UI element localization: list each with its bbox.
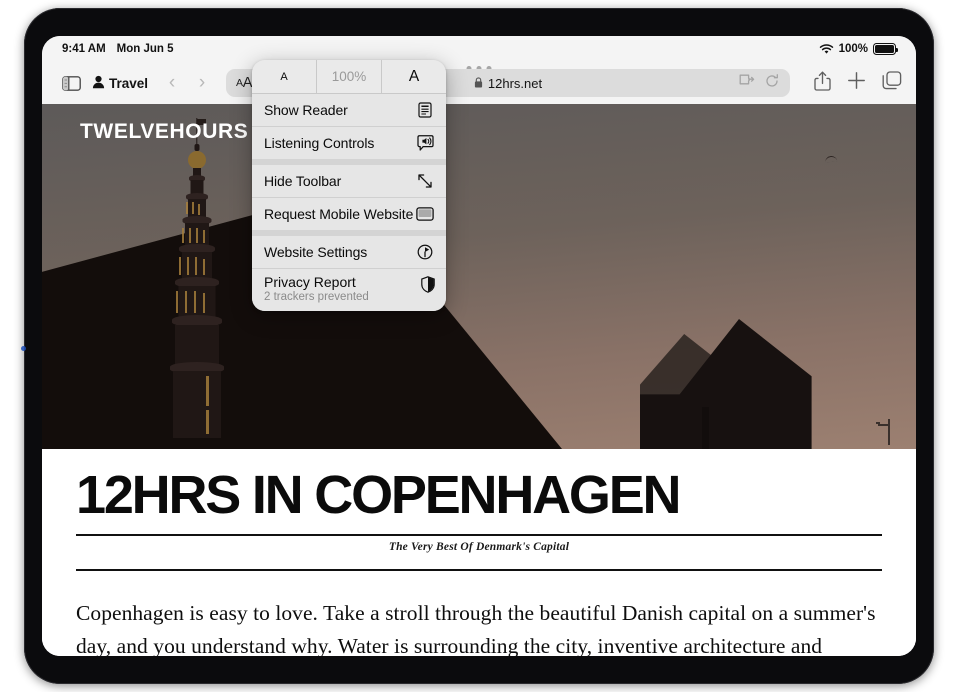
browser-toolbar: Travel ‹ › A A 12hrs.net xyxy=(42,62,916,104)
mobile-website-icon xyxy=(415,207,435,221)
menu-item-request-mobile-website[interactable]: Request Mobile Website xyxy=(252,198,446,230)
wifi-icon xyxy=(819,43,834,55)
battery-percent-label: 100% xyxy=(838,43,868,55)
menu-item-hide-toolbar[interactable]: Hide Toolbar xyxy=(252,165,446,197)
lamp-post xyxy=(876,419,894,445)
article-body: Copenhagen is easy to love. Take a strol… xyxy=(76,601,876,656)
menu-item-label: Request Mobile Website xyxy=(264,206,414,222)
new-tab-plus-icon[interactable] xyxy=(847,71,866,95)
status-time: 9:41 AM xyxy=(62,43,106,55)
zoom-out-button[interactable]: A xyxy=(252,60,317,93)
ipad-device: 9:41 AM Mon Jun 5 100% Travel ‹ › A A 12… xyxy=(21,8,934,684)
site-logo[interactable]: TWELVEHOURS xyxy=(80,120,248,144)
zoom-in-button[interactable]: A xyxy=(382,60,446,93)
menu-item-show-reader[interactable]: Show Reader xyxy=(252,94,446,126)
menu-item-website-settings[interactable]: Website Settings xyxy=(252,236,446,268)
expand-arrows-icon xyxy=(415,173,435,189)
menu-item-listening-controls[interactable]: Listening Controls xyxy=(252,127,446,159)
forward-button[interactable]: › xyxy=(188,72,216,94)
church-spire xyxy=(162,118,232,438)
ipad-screen: 9:41 AM Mon Jun 5 100% Travel ‹ › A A 12… xyxy=(42,36,916,656)
share-icon[interactable] xyxy=(814,71,831,96)
battery-full-icon xyxy=(873,43,899,55)
menu-item-label: Show Reader xyxy=(264,102,348,118)
menu-item-label: Hide Toolbar xyxy=(264,173,342,189)
article-subtitle: The Very Best Of Denmark's Capital xyxy=(388,541,570,554)
chimney-silhouette xyxy=(702,407,709,449)
status-bar: 9:41 AM Mon Jun 5 100% xyxy=(42,36,916,62)
sidebar-icon[interactable] xyxy=(56,68,86,98)
back-button[interactable]: ‹ xyxy=(158,72,186,94)
extensions-puzzle-icon[interactable] xyxy=(739,74,755,93)
privacy-report-sublabel: 2 trackers prevented xyxy=(264,291,369,303)
zoom-level-label[interactable]: 100% xyxy=(317,60,382,93)
article: 12HRS IN COPENHAGEN The Very Best Of Den… xyxy=(42,449,916,656)
privacy-report-label: Privacy Report xyxy=(264,274,356,290)
reader-icon xyxy=(415,102,435,118)
toolbar-right-group xyxy=(814,71,902,96)
menu-item-label: Listening Controls xyxy=(264,135,375,151)
bezel-indicator xyxy=(21,346,26,351)
page-settings-popover: A 100% A Show Reader Listening Controls … xyxy=(252,60,446,311)
hero-image: TWELVEHOURS NEWSLETTER xyxy=(42,104,916,449)
status-date: Mon Jun 5 xyxy=(116,43,174,55)
url-text: 12hrs.net xyxy=(487,75,543,91)
listening-controls-icon xyxy=(415,135,435,151)
site-header: TWELVEHOURS NEWSLETTER xyxy=(42,104,916,160)
status-bar-left: 9:41 AM Mon Jun 5 xyxy=(62,43,174,55)
article-headline: 12HRS IN COPENHAGEN xyxy=(76,465,682,525)
zoom-control-row: A 100% A xyxy=(252,60,446,94)
website-settings-icon xyxy=(415,244,435,260)
privacy-shield-icon xyxy=(421,274,435,296)
web-content: TWELVEHOURS NEWSLETTER 12HRS IN COPENHAG… xyxy=(42,104,916,656)
status-bar-right: 100% xyxy=(819,43,899,55)
lock-icon xyxy=(474,76,483,91)
menu-item-label: Website Settings xyxy=(264,244,368,260)
profile-button[interactable]: Travel xyxy=(88,69,156,97)
tab-overview-icon[interactable] xyxy=(882,71,902,95)
address-bar-right xyxy=(739,73,790,93)
menu-item-privacy-report[interactable]: Privacy Report 2 trackers prevented xyxy=(252,269,446,311)
profile-label: Travel xyxy=(109,75,149,91)
toolbar-left-group: Travel ‹ › xyxy=(56,68,216,98)
reload-icon[interactable] xyxy=(765,73,779,93)
person-icon xyxy=(92,75,105,92)
